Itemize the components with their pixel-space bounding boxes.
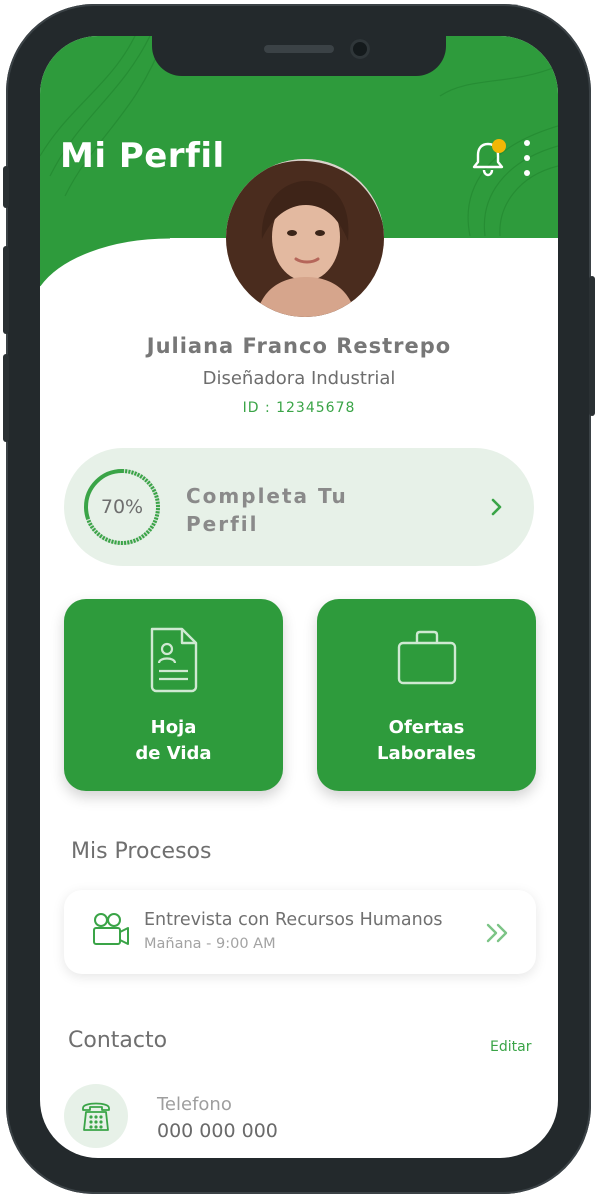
edit-contact-link[interactable]: Editar — [490, 1039, 531, 1055]
volume-down-button — [3, 354, 9, 442]
mute-switch — [3, 166, 9, 208]
front-camera — [350, 39, 370, 59]
bell-icon[interactable] — [470, 138, 506, 178]
telephone-icon — [64, 1084, 128, 1148]
profile-name: Juliana Franco Restrepo — [146, 334, 452, 358]
page-title: Mi Perfil — [60, 136, 225, 176]
power-button — [589, 276, 595, 416]
resume-card-label-line1: Hoja — [150, 717, 197, 738]
profile-id: ID : 12345678 — [242, 400, 356, 416]
process-title: Entrevista con Recursos Humanos — [144, 910, 443, 930]
complete-profile-banner[interactable]: 70% Completa Tu Perfil — [64, 448, 534, 566]
job-offers-card[interactable]: Ofertas Laborales — [317, 599, 536, 791]
process-item[interactable]: Entrevista con Recursos Humanos Mañana -… — [64, 890, 536, 974]
volume-up-button — [3, 246, 9, 334]
kebab-menu-icon[interactable] — [522, 140, 532, 176]
app-screen: Mi Perfil Juliana Franco Restrepo Diseña… — [40, 36, 558, 1158]
briefcase-icon — [397, 630, 457, 685]
profile-role: Diseñadora Industrial — [202, 368, 396, 389]
device-notch — [152, 36, 446, 76]
notification-dot — [492, 139, 506, 153]
resume-card[interactable]: Hoja de Vida — [64, 599, 283, 791]
phone-label: Telefono — [157, 1094, 232, 1115]
phone-value[interactable]: 000 000 000 — [157, 1120, 278, 1142]
video-camera-icon — [93, 913, 129, 945]
speaker-grille — [264, 45, 334, 53]
job-offers-card-label-line1: Ofertas — [388, 717, 465, 738]
process-time: Mañana - 9:00 AM — [144, 936, 276, 952]
contact-section-title: Contacto — [68, 1028, 168, 1053]
job-offers-card-label: Ofertas Laborales — [317, 715, 536, 767]
double-chevron-right-icon[interactable] — [484, 920, 512, 946]
resume-card-label-line2: de Vida — [135, 743, 212, 764]
processes-section-title: Mis Procesos — [71, 839, 212, 864]
resume-document-icon — [150, 627, 198, 693]
resume-card-label: Hoja de Vida — [64, 715, 283, 767]
chevron-right-icon — [491, 498, 502, 516]
avatar-photo — [226, 159, 384, 317]
complete-profile-label: Completa Tu Perfil — [186, 484, 348, 536]
avatar[interactable] — [226, 159, 384, 317]
progress-percent: 70% — [100, 496, 144, 518]
job-offers-card-label-line2: Laborales — [377, 743, 476, 764]
